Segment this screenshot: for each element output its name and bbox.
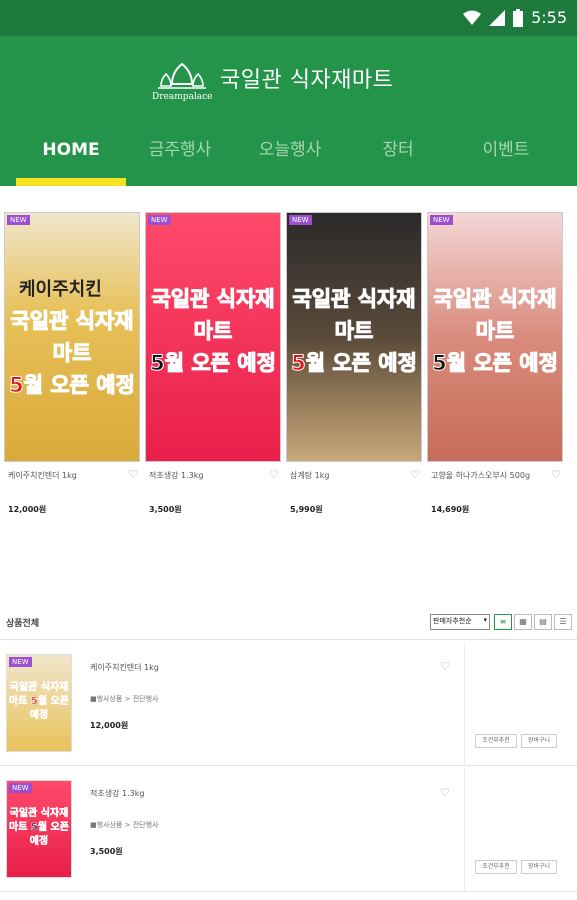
list-title: 상품전체 xyxy=(6,619,40,629)
product-price: 12,000원 xyxy=(90,721,129,730)
new-badge: NEW xyxy=(9,783,32,793)
product-card[interactable]: NEW 국일관 식자재마트 5월 오픈 예정 적초생강 1.3kg ♡ 3,50… xyxy=(145,212,281,522)
product-card[interactable]: NEW 국일관 식자재마트 5월 오픈 예정 고향울 하나가스오부시 500g … xyxy=(427,212,563,522)
promo-text: 국일관 식자재마트 5월 오픈 예정 xyxy=(146,283,280,379)
new-badge: NEW xyxy=(430,215,453,225)
tab-today-sale[interactable]: 오늘행사 xyxy=(240,130,340,186)
product-image[interactable]: NEW 케이주치킨 국일관 식자재마트 5월 오픈 예정 xyxy=(4,212,140,462)
heart-icon[interactable]: ♡ xyxy=(269,468,279,481)
list-compact-icon[interactable]: ☰ xyxy=(554,614,572,630)
item-actions: 조건부추천 장바구니 xyxy=(464,642,568,765)
cart-button[interactable]: 장바구니 xyxy=(521,734,557,748)
heart-icon[interactable]: ♡ xyxy=(551,468,561,481)
product-name[interactable]: 삼계탕 1kg xyxy=(290,470,329,481)
app-title: 국일관 식자재마트 xyxy=(220,68,394,93)
promo-line-2: 5월 오픈 예정 xyxy=(291,351,418,376)
grid-small-icon[interactable]: ▤ xyxy=(534,614,552,630)
item-actions: 조건부추천 장바구니 xyxy=(464,768,568,891)
promo-line-1: 국일관 식자재마트 xyxy=(10,309,134,366)
product-image[interactable]: NEW 국일관 식자재마트 5월 오픈 예정 xyxy=(286,212,422,462)
product-image[interactable]: NEW 국일관 식자재마트 5월 오픈 예정 xyxy=(145,212,281,462)
promo-line-2: 5월 오픈 예정 xyxy=(432,351,559,376)
product-category: ■행사상품 > 전단행사 xyxy=(90,695,159,703)
product-list-header: 상품전체 판매자추천순 ▾ ≡ ▦ ▤ ☰ xyxy=(0,610,577,640)
list-view-icon[interactable]: ≡ xyxy=(494,614,512,630)
brand-logo[interactable]: Dreampalace xyxy=(152,62,212,102)
new-badge: NEW xyxy=(9,657,32,667)
product-price: 12,000원 xyxy=(8,505,47,514)
product-card[interactable]: NEW 국일관 식자재마트 5월 오픈 예정 삼계탕 1kg ♡ 5,990원 xyxy=(286,212,422,522)
promo-line-1: 국일관 식자재마트 xyxy=(433,287,557,344)
promo-text: 국일관 식자재마트 5월 오픈 예정 xyxy=(428,283,562,379)
promo-line-1: 국일관 식자재마트 xyxy=(292,287,416,344)
grid-view-icon[interactable]: ▦ xyxy=(514,614,532,630)
promo-line-2: 5월 오픈 예정 xyxy=(9,373,136,398)
chevron-down-icon: ▾ xyxy=(483,616,487,624)
compare-button[interactable]: 조건부추천 xyxy=(475,860,517,874)
tab-weekly-sale[interactable]: 금주행사 xyxy=(130,130,230,186)
status-bar: 5:55 xyxy=(0,0,577,36)
heart-icon[interactable]: ♡ xyxy=(440,786,450,799)
tab-market[interactable]: 장터 xyxy=(350,130,446,186)
sort-dropdown[interactable]: 판매자추천순 ▾ xyxy=(430,614,490,630)
list-item[interactable]: NEW 국일관 식자재마트 5월 오픈 예정 적초생강 1.3kg ♡ ■행사상… xyxy=(0,768,577,892)
view-mode-buttons: ≡ ▦ ▤ ☰ xyxy=(494,614,572,630)
product-thumbnail[interactable]: NEW 국일관 식자재마트 5월 오픈 예정 xyxy=(6,654,72,752)
new-badge: NEW xyxy=(148,215,171,225)
promo-text: 국일관 식자재마트 5월 오픈 예정 xyxy=(9,808,69,848)
product-name[interactable]: 적초생강 1.3kg xyxy=(90,788,144,799)
product-price: 5,990원 xyxy=(290,505,323,514)
palace-dome-icon xyxy=(158,62,206,89)
battery-icon xyxy=(513,8,524,27)
compare-button[interactable]: 조건부추천 xyxy=(475,734,517,748)
promo-line-1: 국일관 식자재마트 xyxy=(151,287,275,344)
wifi-icon xyxy=(463,10,482,25)
product-price: 3,500원 xyxy=(149,505,182,514)
product-image[interactable]: NEW 국일관 식자재마트 5월 오픈 예정 xyxy=(427,212,563,462)
promo-line-2: 5월 오픈 예정 xyxy=(150,351,277,376)
tab-event[interactable]: 이벤트 xyxy=(456,130,556,186)
product-name[interactable]: 적초생강 1.3kg xyxy=(149,470,203,481)
clock: 5:55 xyxy=(531,8,567,27)
product-name[interactable]: 케이주치킨텐더 1kg xyxy=(8,470,77,481)
product-category: ■행사상품 > 전단행사 xyxy=(90,821,159,829)
product-thumbnail[interactable]: NEW 국일관 식자재마트 5월 오픈 예정 xyxy=(6,780,72,878)
featured-products: NEW 케이주치킨 국일관 식자재마트 5월 오픈 예정 케이주치킨텐더 1kg… xyxy=(0,212,577,522)
new-badge: NEW xyxy=(7,215,30,225)
cart-button[interactable]: 장바구니 xyxy=(521,860,557,874)
status-icons: 5:55 xyxy=(463,8,567,27)
product-card[interactable]: NEW 케이주치킨 국일관 식자재마트 5월 오픈 예정 케이주치킨텐더 1kg… xyxy=(4,212,140,522)
list-item[interactable]: NEW 국일관 식자재마트 5월 오픈 예정 케이주치킨텐더 1kg ♡ ■행사… xyxy=(0,642,577,766)
product-price: 3,500원 xyxy=(90,847,123,856)
promo-text: 국일관 식자재마트 5월 오픈 예정 xyxy=(5,305,139,401)
heart-icon[interactable]: ♡ xyxy=(440,660,450,673)
signal-icon xyxy=(489,9,506,26)
new-badge: NEW xyxy=(289,215,312,225)
package-label: 케이주치킨 xyxy=(19,279,102,300)
product-name[interactable]: 케이주치킨텐더 1kg xyxy=(90,662,159,673)
tab-indicator xyxy=(16,178,126,186)
promo-text: 국일관 식자재마트 5월 오픈 예정 xyxy=(9,682,69,722)
product-price: 14,690원 xyxy=(431,505,470,514)
promo-text: 국일관 식자재마트 5월 오픈 예정 xyxy=(287,283,421,379)
heart-icon[interactable]: ♡ xyxy=(128,468,138,481)
heart-icon[interactable]: ♡ xyxy=(410,468,420,481)
logo-text: Dreampalace xyxy=(152,92,213,102)
product-name[interactable]: 고향울 하나가스오부시 500g xyxy=(431,470,530,481)
sort-selected-label: 판매자추천순 xyxy=(433,617,472,625)
